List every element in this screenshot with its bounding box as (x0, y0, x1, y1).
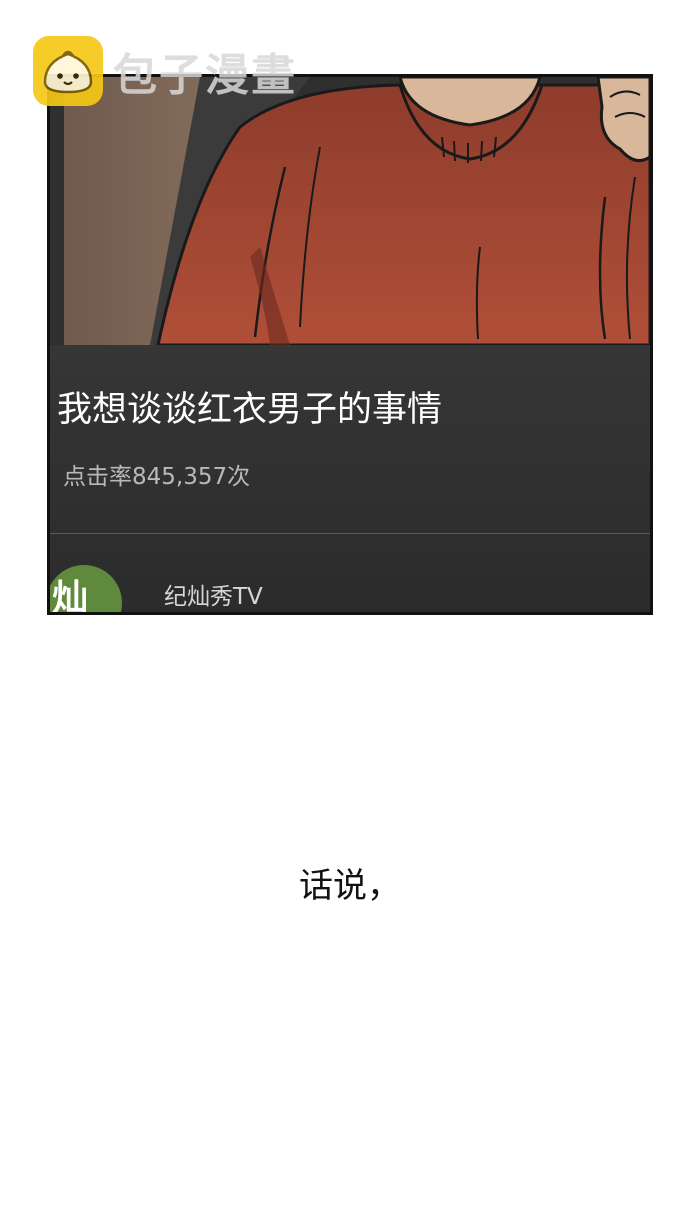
channel-name: 纪灿秀TV (164, 584, 263, 610)
video-info: 我想谈谈红衣男子的事情 点击率845,357次 灿 纪灿秀TV (50, 345, 650, 615)
watermark: 包子漫畫 (33, 36, 297, 106)
caption-text: 话说， (299, 866, 401, 906)
comic-panel: 我想谈谈红衣男子的事情 点击率845,357次 灿 纪灿秀TV (47, 74, 653, 615)
avatar-glyph: 灿 (52, 578, 89, 615)
panel-illustration (50, 77, 650, 347)
divider (50, 533, 650, 534)
channel-avatar: 灿 (50, 565, 122, 615)
video-title: 我想谈谈红衣男子的事情 (57, 390, 443, 430)
bun-logo-icon (33, 36, 103, 106)
view-count: 点击率845,357次 (63, 464, 251, 490)
watermark-text: 包子漫畫 (113, 50, 297, 101)
